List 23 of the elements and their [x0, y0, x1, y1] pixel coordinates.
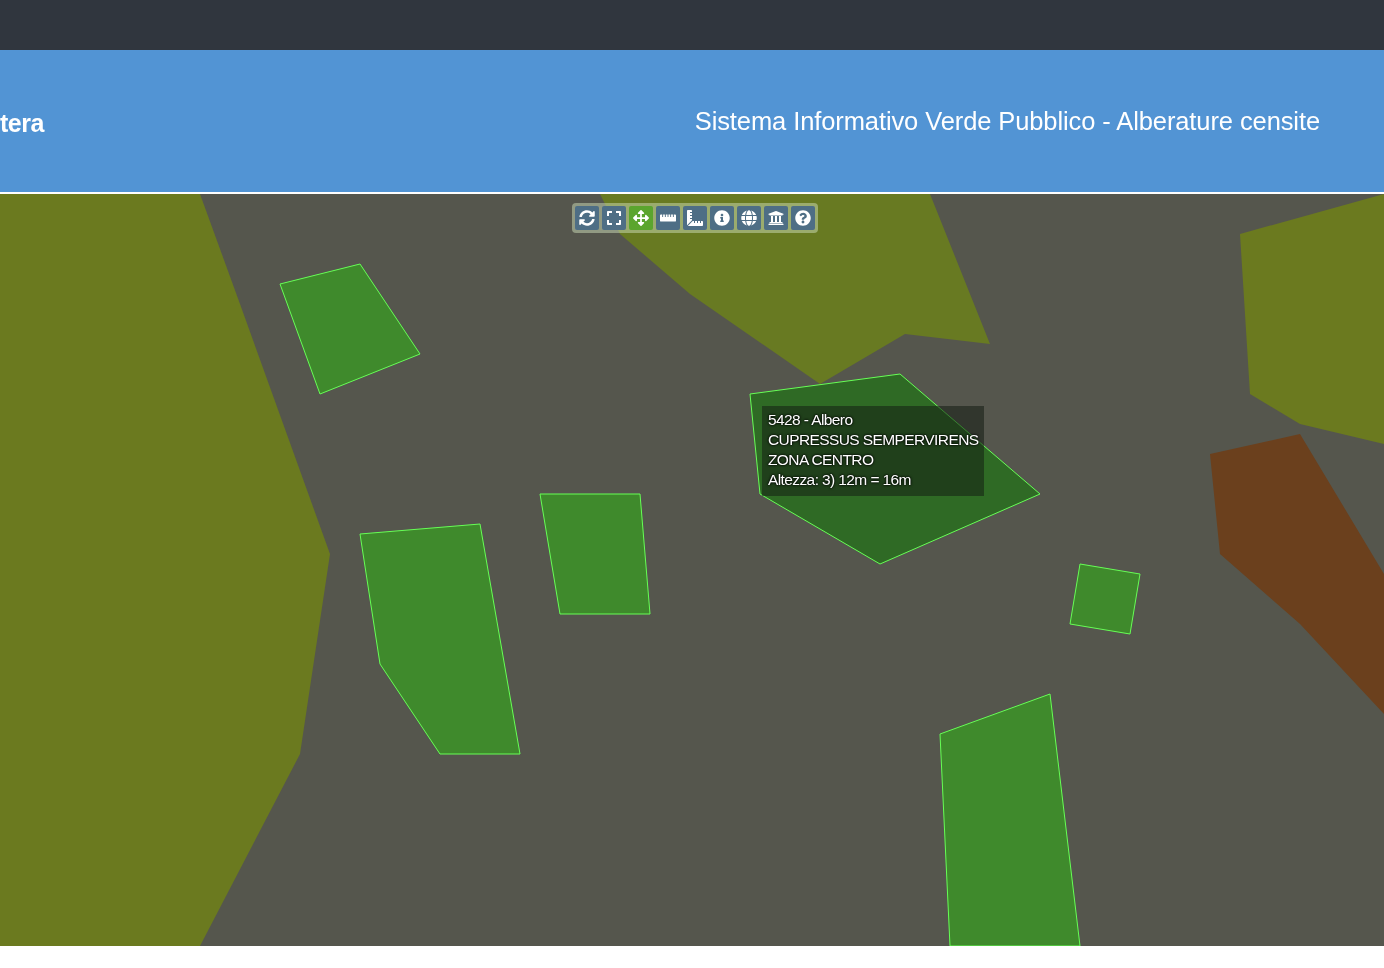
- info-button[interactable]: [710, 206, 734, 230]
- tooltip-line: 5428 - Albero: [768, 410, 854, 430]
- fullscreen-button[interactable]: [602, 206, 626, 230]
- fullscreen-icon: [606, 210, 622, 226]
- institution-button[interactable]: [764, 206, 788, 230]
- help-icon: [795, 210, 811, 226]
- tooltip-line: ZONA CENTRO: [768, 450, 875, 470]
- pan-button[interactable]: [629, 206, 653, 230]
- page-title: Sistema Informativo Verde Pubblico - Alberature censite: [694, 106, 1320, 136]
- refresh-icon: [579, 210, 595, 226]
- help-button[interactable]: [791, 206, 815, 230]
- info-icon: [714, 210, 730, 226]
- corner-ruler-icon: [687, 210, 703, 226]
- tooltip-line: CUPRESSUS SEMPERVIRENS: [768, 430, 979, 450]
- globe-button[interactable]: [737, 206, 761, 230]
- measure-area-button[interactable]: [683, 206, 707, 230]
- measure-length-button[interactable]: [656, 206, 680, 230]
- logo-text: tera: [0, 108, 44, 138]
- refresh-button[interactable]: [575, 206, 599, 230]
- bank-icon: [768, 210, 784, 226]
- move-icon: [633, 210, 649, 226]
- tooltip-line: Altezza: 3) 12m = 16m: [768, 470, 912, 490]
- globe-icon: [741, 210, 757, 226]
